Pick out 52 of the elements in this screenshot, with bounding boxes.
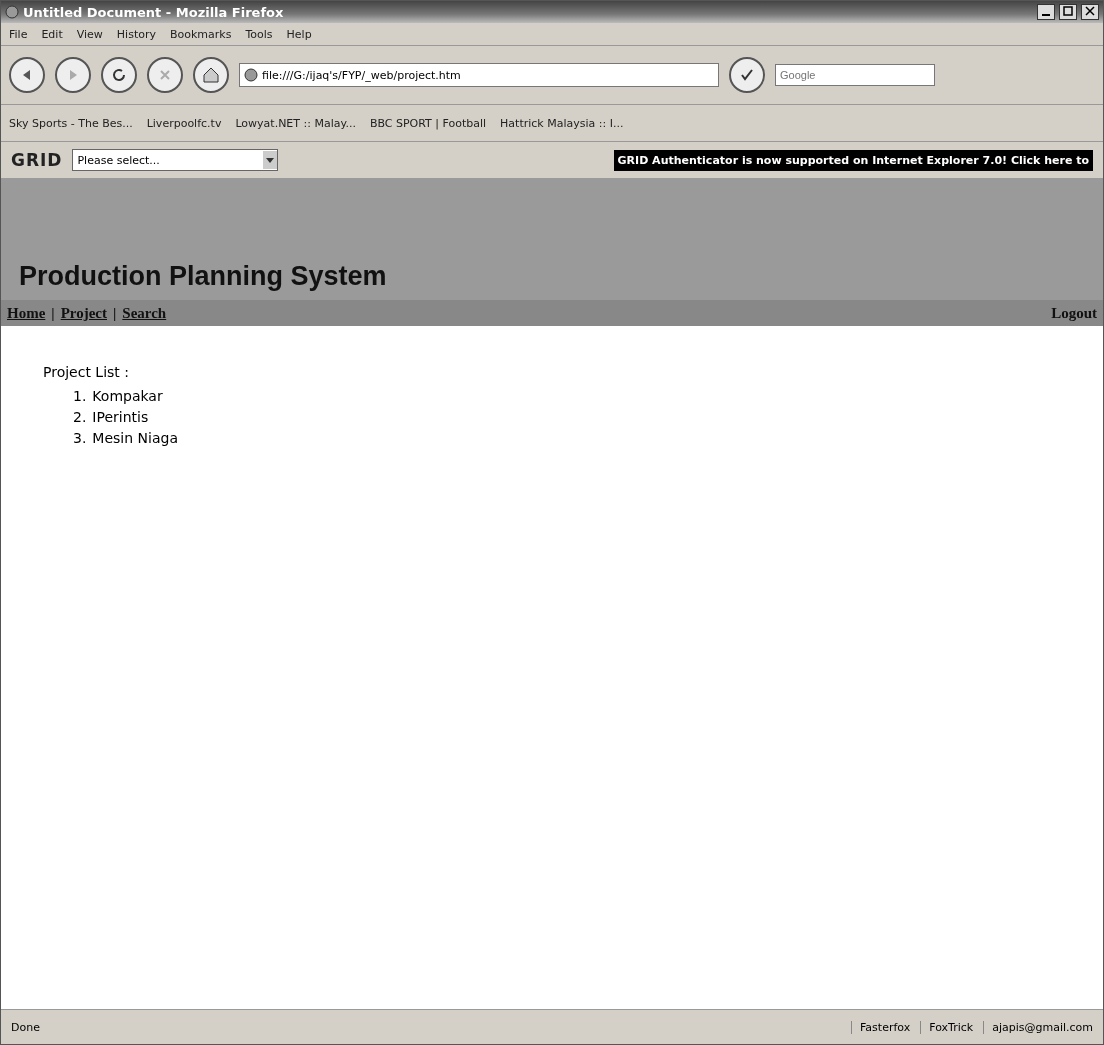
bookmark-item[interactable]: Liverpoolfc.tv: [146, 116, 222, 130]
back-button[interactable]: [9, 57, 45, 93]
project-name: Mesin Niaga: [92, 429, 178, 448]
list-number: 1.: [73, 387, 87, 406]
reload-button[interactable]: [101, 57, 137, 93]
logout-link[interactable]: Logout: [1051, 304, 1097, 322]
separator: |: [113, 304, 117, 322]
maximize-button[interactable]: [1059, 4, 1077, 20]
home-button[interactable]: [193, 57, 229, 93]
menu-item[interactable]: Edit: [41, 27, 63, 41]
status-item[interactable]: ajapis@gmail.com: [983, 1020, 1093, 1034]
list-number: 2.: [73, 408, 87, 427]
search-field[interactable]: Google: [775, 64, 935, 86]
minimize-icon: [1042, 14, 1050, 16]
select-dropdown[interactable]: Please select...: [72, 149, 279, 171]
go-button[interactable]: [729, 57, 765, 93]
bookmark-item[interactable]: Hattrick Malaysia :: I...: [500, 116, 624, 130]
home-icon: [202, 66, 220, 84]
status-item[interactable]: FoxTrick: [920, 1020, 974, 1034]
address-field[interactable]: file:///G:/ijaq's/FYP/_web/project.htm: [239, 63, 719, 87]
bookmark-item[interactable]: Sky Sports - The Bes...: [9, 116, 133, 130]
nav-link[interactable]: Search: [122, 304, 167, 322]
menu-item[interactable]: File: [9, 27, 28, 41]
status-item[interactable]: Fasterfox: [851, 1020, 911, 1034]
stop-button[interactable]: [147, 57, 183, 93]
nav-link[interactable]: Home: [7, 304, 46, 322]
announcement-banner[interactable]: GRID Authenticator is now supported on Internet Explorer 7.0! Click here to: [613, 149, 1093, 171]
project-name: IPerintis: [92, 408, 149, 427]
bookmark-item[interactable]: BBC SPORT | Football: [369, 116, 487, 130]
list-number: 3.: [73, 429, 87, 448]
project-name: Kompakar: [92, 387, 163, 406]
menu-item[interactable]: Bookmarks: [170, 27, 232, 41]
stop-icon: [158, 68, 172, 82]
reload-icon: [111, 67, 127, 83]
menu-item[interactable]: View: [76, 27, 103, 41]
forward-button[interactable]: [55, 57, 91, 93]
list-heading: Project List :: [43, 364, 130, 380]
minimize-button[interactable]: [1037, 4, 1055, 20]
grid-logo[interactable]: GRID: [11, 150, 63, 170]
checkmark-icon: [739, 67, 755, 83]
maximize-icon: [1063, 6, 1073, 16]
nav-link[interactable]: Project: [60, 304, 107, 322]
page-title: Production Planning System: [19, 261, 388, 292]
bookmark-item[interactable]: Lowyat.NET :: Malay...: [235, 116, 356, 130]
menu-item[interactable]: Tools: [245, 27, 273, 41]
close-button[interactable]: [1081, 4, 1099, 20]
menu-item[interactable]: History: [116, 27, 156, 41]
status-text: Done: [11, 1020, 40, 1034]
window-title: Untitled Document - Mozilla Firefox: [23, 4, 285, 20]
menu-item[interactable]: Help: [286, 27, 312, 41]
close-icon: [1085, 6, 1095, 16]
separator: |: [51, 304, 55, 322]
